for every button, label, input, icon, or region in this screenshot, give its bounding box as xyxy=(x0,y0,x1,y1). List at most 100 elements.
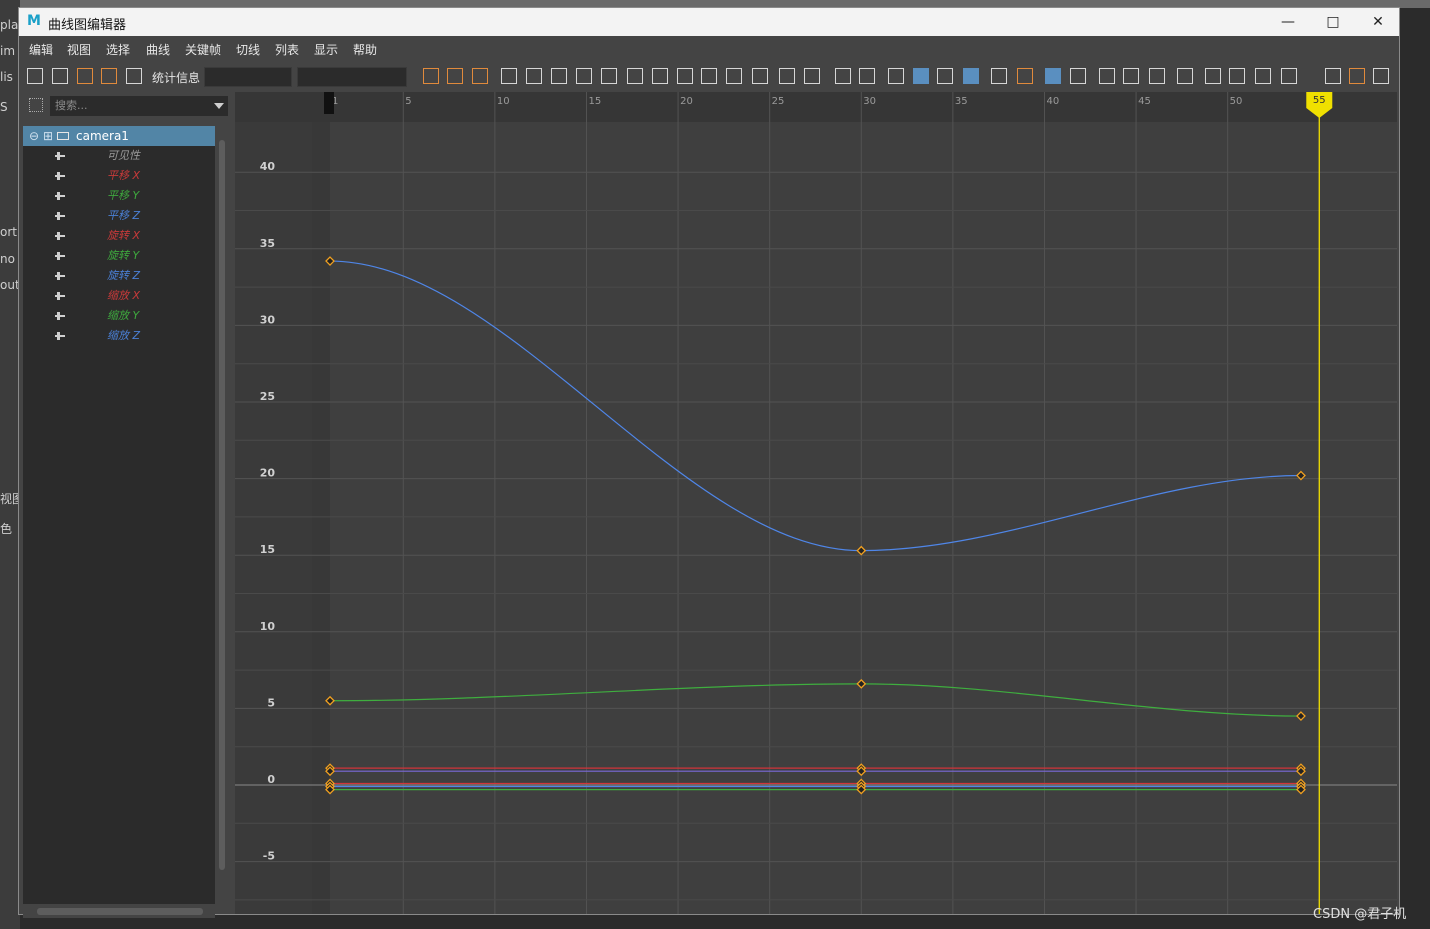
toolbar-tool-icon[interactable] xyxy=(888,68,904,84)
toolbar-tool-icon[interactable] xyxy=(1205,68,1221,84)
h-scroll-thumb[interactable] xyxy=(37,908,203,915)
toolbar-tool-icon[interactable] xyxy=(1123,68,1139,84)
background-text-fragment: lis xyxy=(0,70,13,84)
channel-item[interactable]: 平移 Y xyxy=(23,186,215,206)
toolbar-tool-icon[interactable] xyxy=(913,68,929,84)
channel-label: 缩放 Z xyxy=(107,329,141,342)
menu-list[interactable]: 列表 xyxy=(275,41,299,58)
toolbar-tool-icon[interactable] xyxy=(423,68,439,84)
graph-view[interactable]: 1 5 10 15 20 25 30 35 40 45 50 40 35 30 25 20 15 10 5 0 -5 55 xyxy=(235,92,1397,914)
toolbar-tool-icon[interactable] xyxy=(576,68,592,84)
key-icon xyxy=(55,252,65,260)
menu-tangents[interactable]: 切线 xyxy=(236,41,260,58)
toolbar-tool-icon[interactable] xyxy=(627,68,643,84)
stat-field-value[interactable] xyxy=(297,67,407,87)
toolbar-tool-icon[interactable] xyxy=(1017,68,1033,84)
value-tick-label: 40 xyxy=(260,160,276,173)
curve-graph[interactable]: 1 5 10 15 20 25 30 35 40 45 504035302520151050-555 xyxy=(235,92,1397,914)
toolbar-tool-icon[interactable] xyxy=(1373,68,1389,84)
key-point[interactable] xyxy=(856,545,867,556)
graph-editor-window: M 曲线图编辑器 — □ ✕ 编辑 视图 选择 曲线 关键帧 切线 列表 显示 … xyxy=(18,7,1400,918)
toolbar-tool-icon[interactable] xyxy=(859,68,875,84)
channel-item[interactable]: 缩放 X xyxy=(23,286,215,306)
key-icon xyxy=(55,332,65,340)
time-tick-label: 40 xyxy=(1046,96,1059,107)
channel-item[interactable]: 旋转 X xyxy=(23,226,215,246)
channel-item[interactable]: 平移 Z xyxy=(23,206,215,226)
close-icon[interactable]: ✕ xyxy=(1355,8,1401,36)
time-tick-label: 15 xyxy=(588,96,601,107)
menu-show[interactable]: 显示 xyxy=(314,41,338,58)
region-tool-icon[interactable] xyxy=(101,68,117,84)
channel-item[interactable]: 缩放 Z xyxy=(23,326,215,346)
stat-field-frame[interactable] xyxy=(204,67,292,87)
toolbar-tool-icon[interactable] xyxy=(1325,68,1341,84)
title-bar: M 曲线图编辑器 — □ ✕ xyxy=(19,8,1399,36)
toolbar-tool-icon[interactable] xyxy=(963,68,979,84)
menu-view[interactable]: 视图 xyxy=(67,41,91,58)
scroll-thumb[interactable] xyxy=(219,140,225,870)
menu-help[interactable]: 帮助 xyxy=(353,41,377,58)
toolbar-tool-icon[interactable] xyxy=(1045,68,1061,84)
menu-curves[interactable]: 曲线 xyxy=(146,41,170,58)
chevron-down-icon[interactable] xyxy=(214,103,224,109)
minimize-icon[interactable]: — xyxy=(1265,8,1311,36)
toolbar-tool-icon[interactable] xyxy=(1177,68,1193,84)
channel-label: 旋转 Y xyxy=(107,249,140,262)
move-key-tool-icon[interactable] xyxy=(27,68,43,84)
outliner-scrollbar[interactable] xyxy=(217,126,227,894)
toolbar-tool-icon[interactable] xyxy=(1229,68,1245,84)
menu-select[interactable]: 选择 xyxy=(106,41,130,58)
toolbar-tool-icon[interactable] xyxy=(1070,68,1086,84)
toolbar-tool-icon[interactable] xyxy=(779,68,795,84)
maximize-icon[interactable]: □ xyxy=(1310,8,1356,36)
toolbar-tool-icon[interactable] xyxy=(835,68,851,84)
animation-curve xyxy=(329,683,1301,717)
toolbar-tool-icon[interactable] xyxy=(752,68,768,84)
toolbar-tool-icon[interactable] xyxy=(447,68,463,84)
key-icon xyxy=(55,292,65,300)
toolbar-tool-icon[interactable] xyxy=(551,68,567,84)
value-tick-label: 20 xyxy=(260,467,276,480)
expand-icon[interactable]: ⊞ xyxy=(43,126,53,146)
lattice-tool-icon[interactable] xyxy=(77,68,93,84)
toolbar-tool-icon[interactable] xyxy=(726,68,742,84)
toolbar-tool-icon[interactable] xyxy=(652,68,668,84)
toolbar-tool-icon[interactable] xyxy=(501,68,517,84)
tree-node-camera1[interactable]: ⊖ ⊞ camera1 xyxy=(23,126,215,146)
toolbar-tool-icon[interactable] xyxy=(937,68,953,84)
toolbar-tool-icon[interactable] xyxy=(1255,68,1271,84)
outliner-h-scrollbar[interactable] xyxy=(23,904,215,918)
channel-item[interactable]: 平移 X xyxy=(23,166,215,186)
menu-keys[interactable]: 关键帧 xyxy=(185,41,221,58)
filter-icon[interactable] xyxy=(29,98,43,112)
toolbar-tool-icon[interactable] xyxy=(601,68,617,84)
channel-item[interactable]: 旋转 Z xyxy=(23,266,215,286)
value-tick-label: 5 xyxy=(267,696,275,709)
channel-item[interactable]: 可见性 xyxy=(23,146,215,166)
retime-tool-icon[interactable] xyxy=(126,68,142,84)
toolbar-tool-icon[interactable] xyxy=(472,68,488,84)
toolbar-tool-icon[interactable] xyxy=(1099,68,1115,84)
channel-item[interactable]: 缩放 Y xyxy=(23,306,215,326)
toolbar-tool-icon[interactable] xyxy=(991,68,1007,84)
time-tick-label: 30 xyxy=(863,96,876,107)
key-point[interactable] xyxy=(1296,711,1306,721)
toolbar-tool-icon[interactable] xyxy=(804,68,820,84)
toolbar-tool-icon[interactable] xyxy=(677,68,693,84)
key-icon xyxy=(55,232,65,240)
channel-tree: ⊖ ⊞ camera1 可见性 平移 X 平移 Y 平移 Z 旋转 X 旋转 Y 旋转 Z 缩… xyxy=(23,126,215,904)
channel-item[interactable]: 旋转 Y xyxy=(23,246,215,266)
window-title: 曲线图编辑器 xyxy=(48,18,127,33)
toolbar-tool-icon[interactable] xyxy=(1281,68,1297,84)
collapse-icon[interactable]: ⊖ xyxy=(29,126,39,146)
toolbar-tool-icon[interactable] xyxy=(526,68,542,84)
menu-edit[interactable]: 编辑 xyxy=(29,41,53,58)
key-point[interactable] xyxy=(856,678,867,689)
search-input[interactable]: 搜索... xyxy=(50,96,228,116)
channel-label: 旋转 X xyxy=(107,229,141,242)
toolbar-tool-icon[interactable] xyxy=(1349,68,1365,84)
toolbar-tool-icon[interactable] xyxy=(701,68,717,84)
toolbar-tool-icon[interactable] xyxy=(1149,68,1165,84)
insert-key-tool-icon[interactable] xyxy=(52,68,68,84)
